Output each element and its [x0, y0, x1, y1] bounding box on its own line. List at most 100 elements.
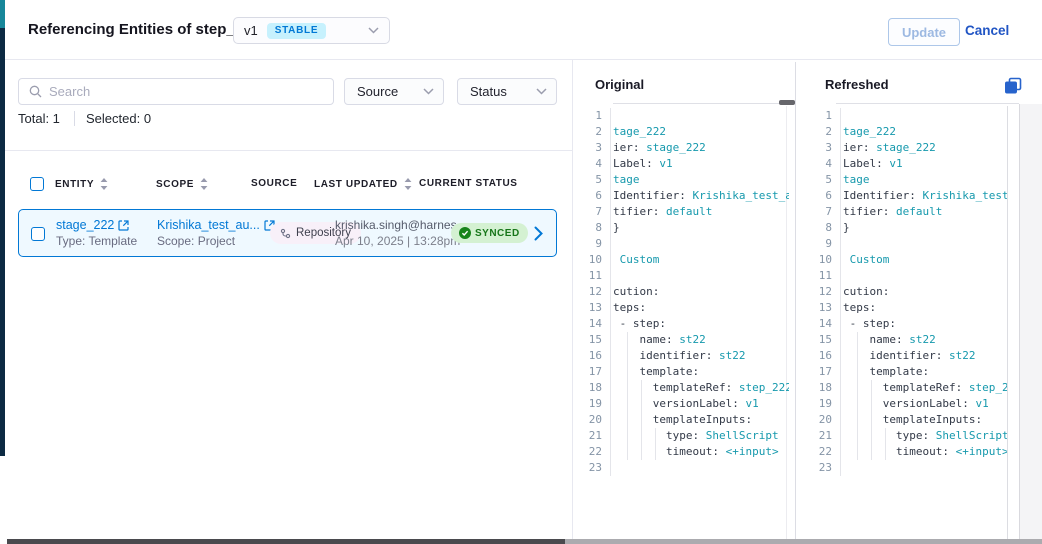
line-number: 18 — [575, 380, 602, 396]
source-filter-select[interactable]: Source — [344, 78, 444, 105]
version-select[interactable]: v1 STABLE — [233, 17, 390, 44]
code-line: 13teps: — [575, 300, 789, 316]
line-number: 12 — [575, 284, 602, 300]
code-text — [613, 268, 789, 284]
code-text — [843, 268, 1007, 284]
code-line: 5 tage — [575, 172, 789, 188]
search-icon — [29, 85, 42, 98]
entity-link[interactable]: stage_222 — [56, 218, 129, 232]
code-line: 9 — [795, 236, 1007, 252]
totals-separator — [74, 111, 75, 126]
line-number: 14 — [575, 316, 602, 332]
line-number: 17 — [795, 364, 832, 380]
window-edge-bottom — [7, 539, 565, 544]
external-link-icon — [118, 220, 129, 231]
line-number: 6 — [795, 188, 832, 204]
code-text: templateRef: step_222 — [843, 380, 1007, 396]
indent-guide — [627, 380, 628, 396]
line-number: 8 — [795, 220, 832, 236]
total-count: Total: 1 — [18, 111, 60, 126]
selected-count: Selected: 0 — [86, 111, 151, 126]
code-text: name: st22 — [613, 332, 789, 348]
indent-guide — [627, 332, 628, 348]
line-number: 5 — [575, 172, 602, 188]
refreshed-header-underline — [836, 103, 1019, 104]
indent-guide — [627, 428, 628, 444]
code-text: tage — [613, 172, 789, 188]
code-line: 6Identifier: Krishika_test_aut — [795, 188, 1007, 204]
cancel-button[interactable]: Cancel — [965, 23, 1009, 38]
code-text: template: — [843, 364, 1007, 380]
code-text — [843, 236, 1007, 252]
version-label: v1 — [244, 23, 258, 38]
column-header-scope[interactable]: SCOPE — [156, 178, 208, 190]
code-line: 1 — [795, 108, 1007, 124]
vertical-scrollbar-track[interactable] — [1019, 104, 1042, 539]
sort-icon[interactable] — [404, 178, 412, 190]
code-text: versionLabel: v1 — [613, 396, 789, 412]
code-text: ier: stage_222 — [613, 140, 789, 156]
column-header-last-updated[interactable]: LAST UPDATED — [314, 178, 412, 190]
sort-icon[interactable] — [100, 178, 108, 190]
code-line: 3ier: stage_222 — [795, 140, 1007, 156]
column-header-entity[interactable]: ENTITY — [55, 178, 108, 190]
code-line: 22 timeout: <+input> — [575, 444, 789, 460]
search-input[interactable] — [49, 84, 333, 99]
line-number: 17 — [575, 364, 602, 380]
update-button[interactable]: Update — [888, 18, 960, 46]
indent-guide-line — [840, 108, 841, 476]
line-number: 22 — [795, 444, 832, 460]
line-number: 16 — [575, 348, 602, 364]
code-text — [613, 460, 789, 476]
row-checkbox[interactable] — [31, 227, 45, 241]
status-badge: SYNCED — [451, 223, 528, 243]
code-text: type: ShellScript — [613, 428, 789, 444]
indent-guide — [641, 444, 642, 460]
code-line: 15 name: st22 — [575, 332, 789, 348]
entity-type: Type: Template — [56, 234, 137, 248]
code-text: timeout: <+input> — [613, 444, 789, 460]
code-line: 10 Custom — [575, 252, 789, 268]
code-text — [843, 108, 1007, 124]
line-number: 20 — [575, 412, 602, 428]
indent-guide — [627, 348, 628, 364]
code-text: versionLabel: v1 — [843, 396, 1007, 412]
line-number: 14 — [795, 316, 832, 332]
code-line: 7tifier: default — [795, 204, 1007, 220]
sort-icon[interactable] — [200, 178, 208, 190]
line-number: 21 — [795, 428, 832, 444]
line-number: 4 — [795, 156, 832, 172]
code-text: templateInputs: — [843, 412, 1007, 428]
code-text: cution: — [613, 284, 789, 300]
code-text: tage_222 — [843, 124, 1007, 140]
code-text — [843, 460, 1007, 476]
refreshed-code-panel[interactable]: 12tage_2223ier: stage_2224Label: v15tage… — [795, 108, 1007, 484]
indent-guide — [655, 428, 656, 444]
indent-guide — [641, 396, 642, 412]
window-edge-left — [0, 0, 5, 456]
line-number: 11 — [795, 268, 832, 284]
page-title: Referencing Entities of step_222 — [28, 21, 260, 38]
chevron-right-icon[interactable] — [534, 226, 543, 241]
line-number: 7 — [795, 204, 832, 220]
line-number: 2 — [575, 124, 602, 140]
original-code-panel[interactable]: 12tage_2223ier: stage_2224Label: v15tage… — [575, 108, 789, 484]
status-filter-select[interactable]: Status — [457, 78, 557, 105]
scope-link[interactable]: Krishika_test_au... — [157, 218, 275, 232]
code-text: identifier: st22 — [613, 348, 789, 364]
table-row[interactable]: stage_222 Type: Template Krishika_test_a… — [18, 209, 557, 257]
line-number: 8 — [575, 220, 602, 236]
code-line: 21 type: ShellScript — [795, 428, 1007, 444]
line-number: 1 — [795, 108, 832, 124]
code-line: 5tage — [795, 172, 1007, 188]
code-line: 2tage_222 — [575, 124, 789, 140]
code-text: ier: stage_222 — [843, 140, 1007, 156]
copy-icon[interactable] — [1004, 77, 1022, 95]
indent-guide — [627, 364, 628, 380]
indent-guide — [627, 412, 628, 428]
horizontal-scrollbar-thumb[interactable] — [779, 100, 795, 105]
line-number: 19 — [575, 396, 602, 412]
line-number: 10 — [795, 252, 832, 268]
select-all-checkbox[interactable] — [30, 177, 44, 191]
chevron-down-icon — [368, 27, 379, 34]
